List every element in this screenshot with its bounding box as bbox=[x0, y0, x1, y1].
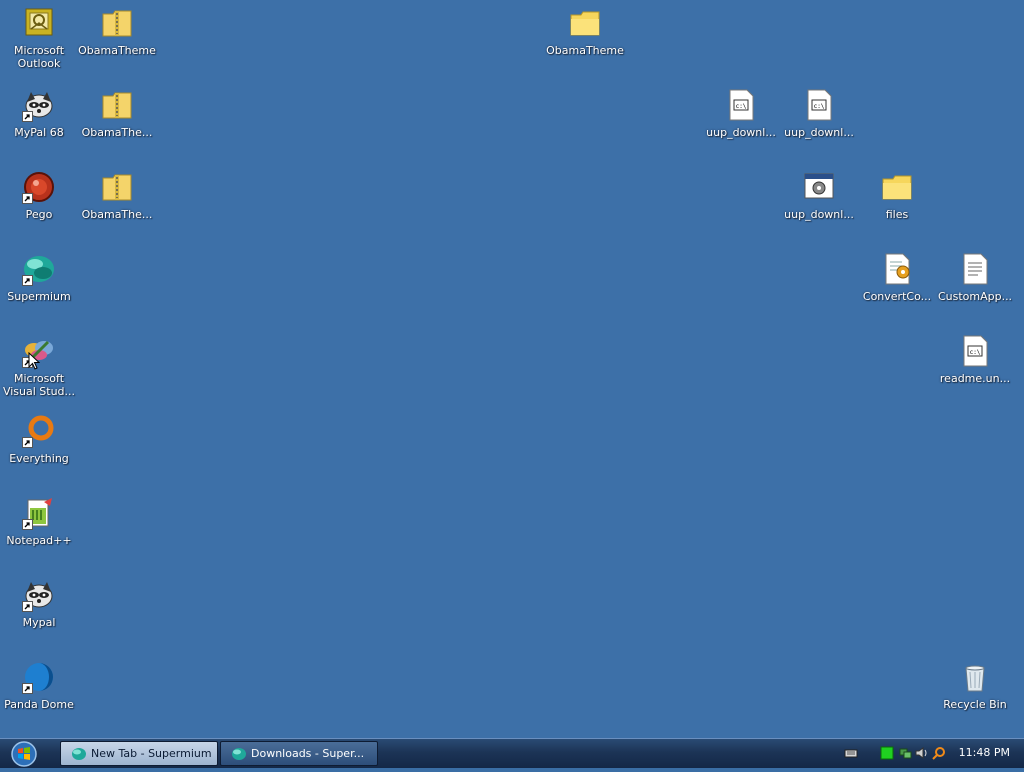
pego-shortcut[interactable]: Pego bbox=[0, 168, 78, 221]
system-tray: 11:48 PM bbox=[844, 739, 1024, 768]
icon-label: Mypal bbox=[22, 616, 56, 629]
svg-text:c:\: c:\ bbox=[814, 103, 825, 110]
taskbar-button-label: New Tab - Supermium bbox=[91, 747, 212, 760]
microsoft-outlook-shortcut[interactable]: Microsoft Outlook bbox=[0, 4, 78, 70]
icon-label: ConvertCo... bbox=[862, 290, 932, 303]
script-file-icon: c:\ bbox=[958, 334, 992, 368]
shortcut-arrow-icon bbox=[22, 601, 33, 612]
settings-file-icon bbox=[802, 170, 836, 204]
icon-label: uup_downl... bbox=[784, 126, 854, 139]
obamatheme-zip-1[interactable]: ObamaTheme bbox=[78, 4, 156, 57]
config-file-icon bbox=[880, 252, 914, 286]
icon-label: ObamaThe... bbox=[81, 208, 153, 221]
files-folder[interactable]: files bbox=[858, 168, 936, 221]
uup-download-file-3[interactable]: uup_downl... bbox=[780, 168, 858, 221]
icon-label: uup_downl... bbox=[784, 208, 854, 221]
zip-folder-icon bbox=[100, 88, 134, 122]
icon-label: Notepad++ bbox=[6, 534, 72, 547]
text-file-icon bbox=[958, 252, 992, 286]
script-file-icon: c:\ bbox=[724, 88, 758, 122]
notepad-plus-plus-shortcut[interactable]: Notepad++ bbox=[0, 494, 78, 547]
obamatheme-folder[interactable]: ObamaTheme bbox=[546, 4, 624, 57]
taskbar-button-label: Downloads - Super... bbox=[251, 747, 365, 760]
everything-shortcut[interactable]: Everything bbox=[0, 412, 78, 465]
svg-text:c:\: c:\ bbox=[736, 103, 747, 110]
recycle-bin-icon bbox=[958, 660, 992, 694]
keyboard-icon[interactable] bbox=[844, 746, 858, 760]
pego-icon bbox=[22, 170, 56, 204]
folder-icon bbox=[568, 6, 602, 40]
icon-label: Microsoft Outlook bbox=[13, 44, 65, 70]
folder-icon bbox=[880, 170, 914, 204]
uup-download-file-1[interactable]: c:\ uup_downl... bbox=[702, 86, 780, 139]
convertco-file[interactable]: ConvertCo... bbox=[858, 250, 936, 303]
icon-label: Pego bbox=[25, 208, 53, 221]
search-everything-icon[interactable] bbox=[932, 746, 946, 760]
icon-label: Supermium bbox=[7, 290, 71, 303]
supermium-shortcut[interactable]: Supermium bbox=[0, 250, 78, 303]
zip-folder-icon bbox=[100, 170, 134, 204]
readme-file[interactable]: c:\ readme.un... bbox=[936, 332, 1014, 385]
uup-download-file-2[interactable]: c:\ uup_downl... bbox=[780, 86, 858, 139]
icon-label: ObamaTheme bbox=[546, 44, 624, 57]
mypal-68-shortcut[interactable]: MyPal 68 bbox=[0, 86, 78, 139]
script-file-icon: c:\ bbox=[802, 88, 836, 122]
panda-dome-shortcut[interactable]: Panda Dome bbox=[0, 658, 78, 711]
icon-label: files bbox=[885, 208, 909, 221]
supermium-icon bbox=[22, 252, 56, 286]
icon-label: Recycle Bin bbox=[943, 698, 1007, 711]
icon-label: ObamaTheme bbox=[78, 44, 156, 57]
mypal-shortcut[interactable]: Mypal bbox=[0, 576, 78, 629]
raccoon-icon bbox=[22, 578, 56, 612]
svg-text:c:\: c:\ bbox=[970, 349, 981, 356]
shortcut-arrow-icon bbox=[22, 519, 33, 530]
notepad-plus-plus-icon bbox=[22, 496, 56, 530]
icon-label: Microsoft Visual Stud... bbox=[2, 372, 76, 398]
shortcut-arrow-icon bbox=[22, 683, 33, 694]
icon-label: CustomApp... bbox=[937, 290, 1013, 303]
outlook-icon bbox=[22, 6, 56, 40]
zip-folder-icon bbox=[100, 6, 134, 40]
shortcut-arrow-icon bbox=[22, 111, 33, 122]
taskbar-button-new-tab[interactable]: New Tab - Supermium bbox=[60, 741, 218, 766]
taskbar-button-downloads[interactable]: Downloads - Super... bbox=[220, 741, 378, 766]
obamatheme-zip-3[interactable]: ObamaThe... bbox=[78, 168, 156, 221]
shortcut-arrow-icon bbox=[22, 275, 33, 286]
green-status-icon[interactable] bbox=[880, 746, 894, 760]
supermium-icon bbox=[71, 746, 87, 762]
icon-label: MyPal 68 bbox=[14, 126, 64, 139]
shortcut-arrow-icon bbox=[22, 193, 33, 204]
start-button[interactable] bbox=[6, 740, 42, 768]
icon-label: readme.un... bbox=[939, 372, 1011, 385]
everything-magnifier-icon bbox=[22, 414, 56, 448]
icon-label: uup_downl... bbox=[706, 126, 776, 139]
mouse-cursor-icon bbox=[28, 352, 40, 370]
obamatheme-zip-2[interactable]: ObamaThe... bbox=[78, 86, 156, 139]
raccoon-icon bbox=[22, 88, 56, 122]
windows-logo-icon bbox=[11, 741, 37, 767]
volume-icon[interactable] bbox=[914, 746, 928, 760]
network-icon[interactable] bbox=[898, 746, 912, 760]
shortcut-arrow-icon bbox=[22, 437, 33, 448]
icon-label: Everything bbox=[9, 452, 69, 465]
customapp-file[interactable]: CustomApp... bbox=[936, 250, 1014, 303]
icon-label: Panda Dome bbox=[4, 698, 74, 711]
taskbar: New Tab - Supermium Downloads - Super...… bbox=[0, 738, 1024, 768]
desktop[interactable]: Microsoft Outlook MyPal 68 Pego Supermiu… bbox=[0, 0, 1024, 738]
panda-dome-icon bbox=[22, 660, 56, 694]
recycle-bin[interactable]: Recycle Bin bbox=[936, 658, 1014, 711]
supermium-icon bbox=[231, 746, 247, 762]
clock[interactable]: 11:48 PM bbox=[959, 746, 1010, 759]
icon-label: ObamaThe... bbox=[81, 126, 153, 139]
